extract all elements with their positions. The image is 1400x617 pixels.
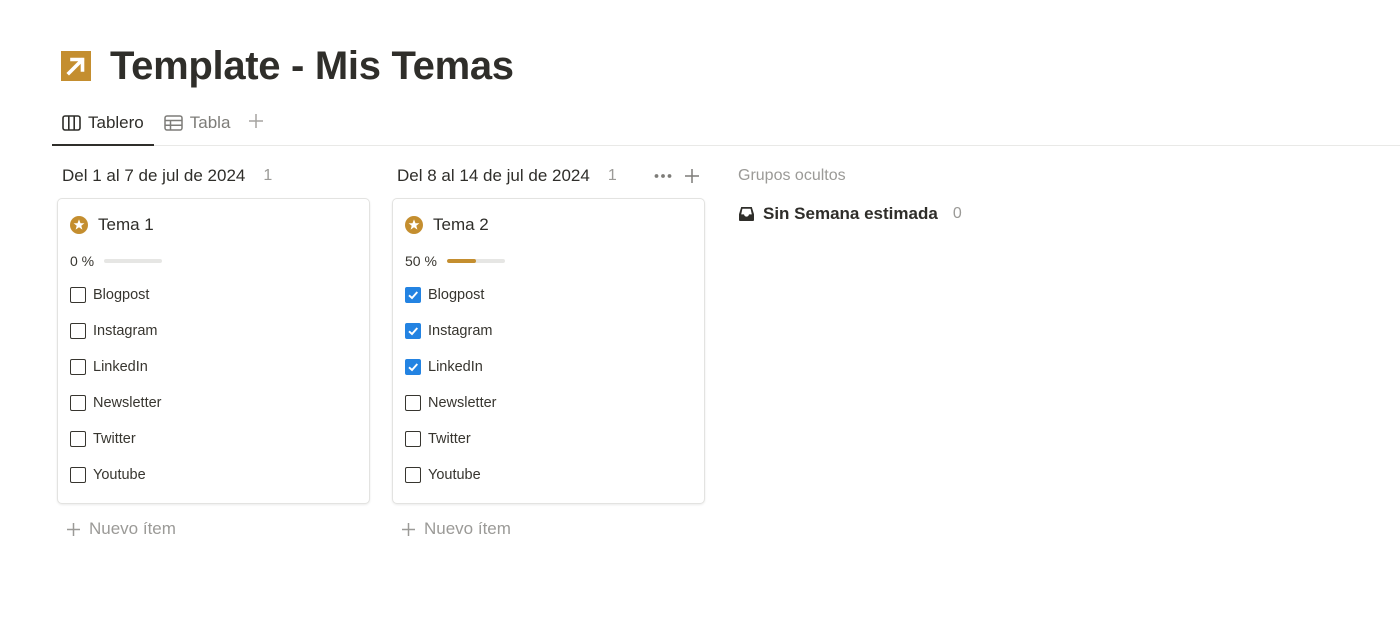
star-icon	[70, 216, 88, 234]
checkbox[interactable]	[405, 467, 421, 483]
checklist-item: Youtube	[405, 457, 692, 493]
check-icon	[408, 363, 419, 372]
checklist-item: Twitter	[405, 421, 692, 457]
checkbox[interactable]	[405, 395, 421, 411]
progress-label: 50 %	[405, 253, 437, 269]
checklist-item: LinkedIn	[70, 349, 357, 385]
inbox-icon	[739, 207, 754, 221]
board-column: Del 1 al 7 de jul de 2024 1 Tema 1 0 % B…	[57, 158, 371, 540]
checkbox[interactable]	[70, 287, 86, 303]
hidden-groups: Grupos ocultos Sin Semana estimada 0	[727, 158, 1027, 540]
hidden-group-label: Sin Semana estimada	[763, 204, 938, 223]
checklist-label: LinkedIn	[93, 359, 148, 375]
checkbox[interactable]	[70, 359, 86, 375]
checkbox[interactable]	[405, 323, 421, 339]
hidden-group-item[interactable]: Sin Semana estimada 0	[738, 198, 1027, 230]
more-options-icon[interactable]	[654, 173, 672, 179]
add-view-button[interactable]	[240, 102, 272, 140]
checklist-label: Instagram	[428, 323, 493, 339]
checklist-item: LinkedIn	[405, 349, 692, 385]
checklist-item: Newsletter	[405, 385, 692, 421]
column-count: 1	[607, 167, 617, 184]
progress-bar-fill	[446, 259, 476, 263]
board-icon	[62, 115, 81, 131]
new-item-button[interactable]: Nuevo ítem	[57, 518, 371, 540]
hidden-group-count: 0	[952, 205, 962, 222]
new-item-label: Nuevo ítem	[424, 519, 511, 538]
check-icon	[408, 327, 419, 336]
star-icon	[405, 216, 423, 234]
column-header[interactable]: Del 1 al 7 de jul de 2024 1	[57, 158, 371, 194]
plus-icon	[67, 522, 80, 536]
checkbox[interactable]	[70, 431, 86, 447]
progress: 50 %	[405, 251, 692, 271]
board-column: Del 8 al 14 de jul de 2024 1 Tema 2 50 %	[392, 158, 706, 540]
checklist-label: Newsletter	[428, 395, 497, 411]
checklist: Blogpost Instagram LinkedIn Newsletter T…	[70, 277, 357, 493]
checkbox[interactable]	[405, 287, 421, 303]
progress-bar	[446, 259, 505, 263]
table-icon	[164, 115, 183, 131]
plus-icon	[402, 522, 415, 536]
checklist-item: Instagram	[405, 313, 692, 349]
view-tabs: Tablero Tabla	[52, 102, 1400, 146]
column-header[interactable]: Del 8 al 14 de jul de 2024 1	[392, 158, 706, 194]
checklist-item: Blogpost	[405, 277, 692, 313]
board-card[interactable]: Tema 1 0 % Blogpost Instagram LinkedIn N…	[57, 198, 370, 504]
hidden-groups-title: Grupos ocultos	[738, 167, 846, 184]
tab-label: Tablero	[88, 113, 144, 132]
tab-tabla[interactable]: Tabla	[154, 102, 241, 144]
kanban-board: Del 1 al 7 de jul de 2024 1 Tema 1 0 % B…	[57, 158, 1027, 540]
checklist-item: Instagram	[70, 313, 357, 349]
column-title: Del 8 al 14 de jul de 2024	[397, 166, 590, 185]
column-title: Del 1 al 7 de jul de 2024	[62, 166, 246, 185]
plus-icon	[249, 114, 264, 128]
page-title[interactable]: Template - Mis Temas	[110, 42, 514, 90]
progress-label: 0 %	[70, 253, 95, 269]
page-header: Template - Mis Temas	[60, 42, 514, 90]
checklist-item: Newsletter	[70, 385, 357, 421]
column-count: 1	[263, 167, 273, 184]
card-title: Tema 2	[433, 215, 489, 234]
checklist-label: LinkedIn	[428, 359, 483, 375]
checkbox[interactable]	[70, 467, 86, 483]
checklist-label: Twitter	[93, 431, 136, 447]
tab-tablero[interactable]: Tablero	[52, 102, 154, 146]
new-item-label: Nuevo ítem	[89, 519, 176, 538]
checklist: Blogpost Instagram LinkedIn Newsletter T…	[405, 277, 692, 493]
arrow-up-right-icon[interactable]	[60, 50, 92, 82]
checklist-item: Twitter	[70, 421, 357, 457]
checklist-label: Twitter	[428, 431, 471, 447]
progress-bar	[104, 259, 163, 263]
checklist-label: Blogpost	[93, 287, 150, 303]
progress: 0 %	[70, 251, 357, 271]
check-icon	[408, 291, 419, 300]
checklist-label: Instagram	[93, 323, 158, 339]
checklist-label: Blogpost	[428, 287, 485, 303]
plus-icon[interactable]	[684, 168, 700, 184]
checklist-item: Youtube	[70, 457, 357, 493]
board-card[interactable]: Tema 2 50 % Blogpost Instagram LinkedIn …	[392, 198, 705, 504]
checklist-item: Blogpost	[70, 277, 357, 313]
checklist-label: Youtube	[428, 467, 481, 483]
checkbox[interactable]	[70, 323, 86, 339]
card-title: Tema 1	[98, 215, 154, 234]
tab-label: Tabla	[189, 113, 231, 132]
checkbox[interactable]	[70, 395, 86, 411]
checkbox[interactable]	[405, 359, 421, 375]
checklist-label: Newsletter	[93, 395, 162, 411]
checkbox[interactable]	[405, 431, 421, 447]
new-item-button[interactable]: Nuevo ítem	[392, 518, 706, 540]
checklist-label: Youtube	[93, 467, 146, 483]
